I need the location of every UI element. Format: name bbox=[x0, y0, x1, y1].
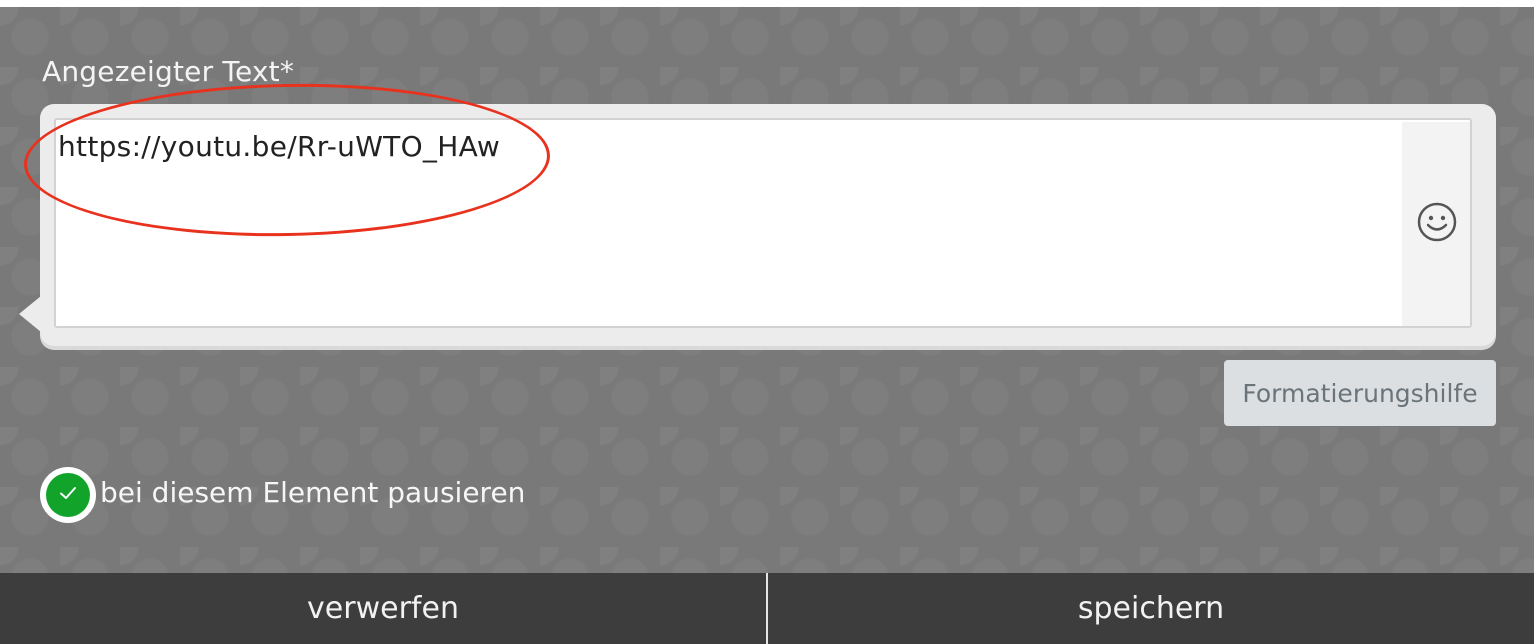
checkbox-fill bbox=[46, 473, 90, 517]
footer-bar: verwerfen speichern bbox=[0, 573, 1534, 644]
textarea-value: https://youtu.be/Rr-uWTO_HAw bbox=[58, 130, 501, 163]
pause-checkbox-label[interactable]: bei diesem Element pausieren bbox=[100, 476, 525, 509]
format-help-button[interactable]: Formatierungshilfe bbox=[1224, 360, 1496, 426]
smiley-icon bbox=[1416, 201, 1458, 247]
window-edge bbox=[1534, 0, 1540, 644]
speech-bubble-pointer bbox=[19, 296, 41, 332]
emoji-button[interactable] bbox=[1415, 202, 1459, 246]
save-button[interactable]: speichern bbox=[768, 573, 1534, 644]
checkmark-icon bbox=[56, 481, 80, 509]
pause-checkbox[interactable] bbox=[40, 467, 96, 523]
field-label: Angezeigter Text* bbox=[42, 55, 295, 88]
discard-button[interactable]: verwerfen bbox=[0, 573, 766, 644]
